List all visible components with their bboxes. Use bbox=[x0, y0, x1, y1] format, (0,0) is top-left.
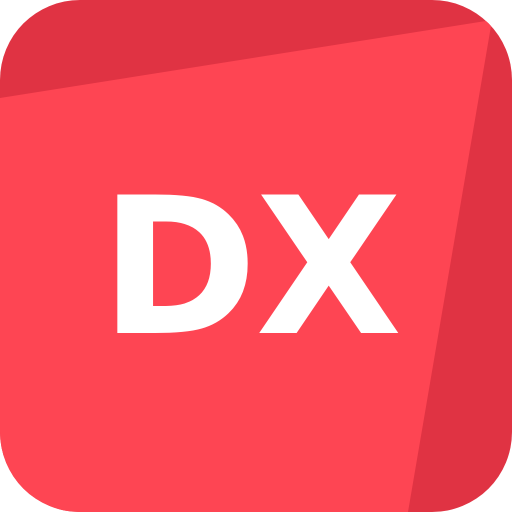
logo-text: DX bbox=[100, 157, 400, 378]
app-icon: DX bbox=[0, 0, 512, 512]
app-icon-graphic: DX bbox=[0, 0, 512, 512]
